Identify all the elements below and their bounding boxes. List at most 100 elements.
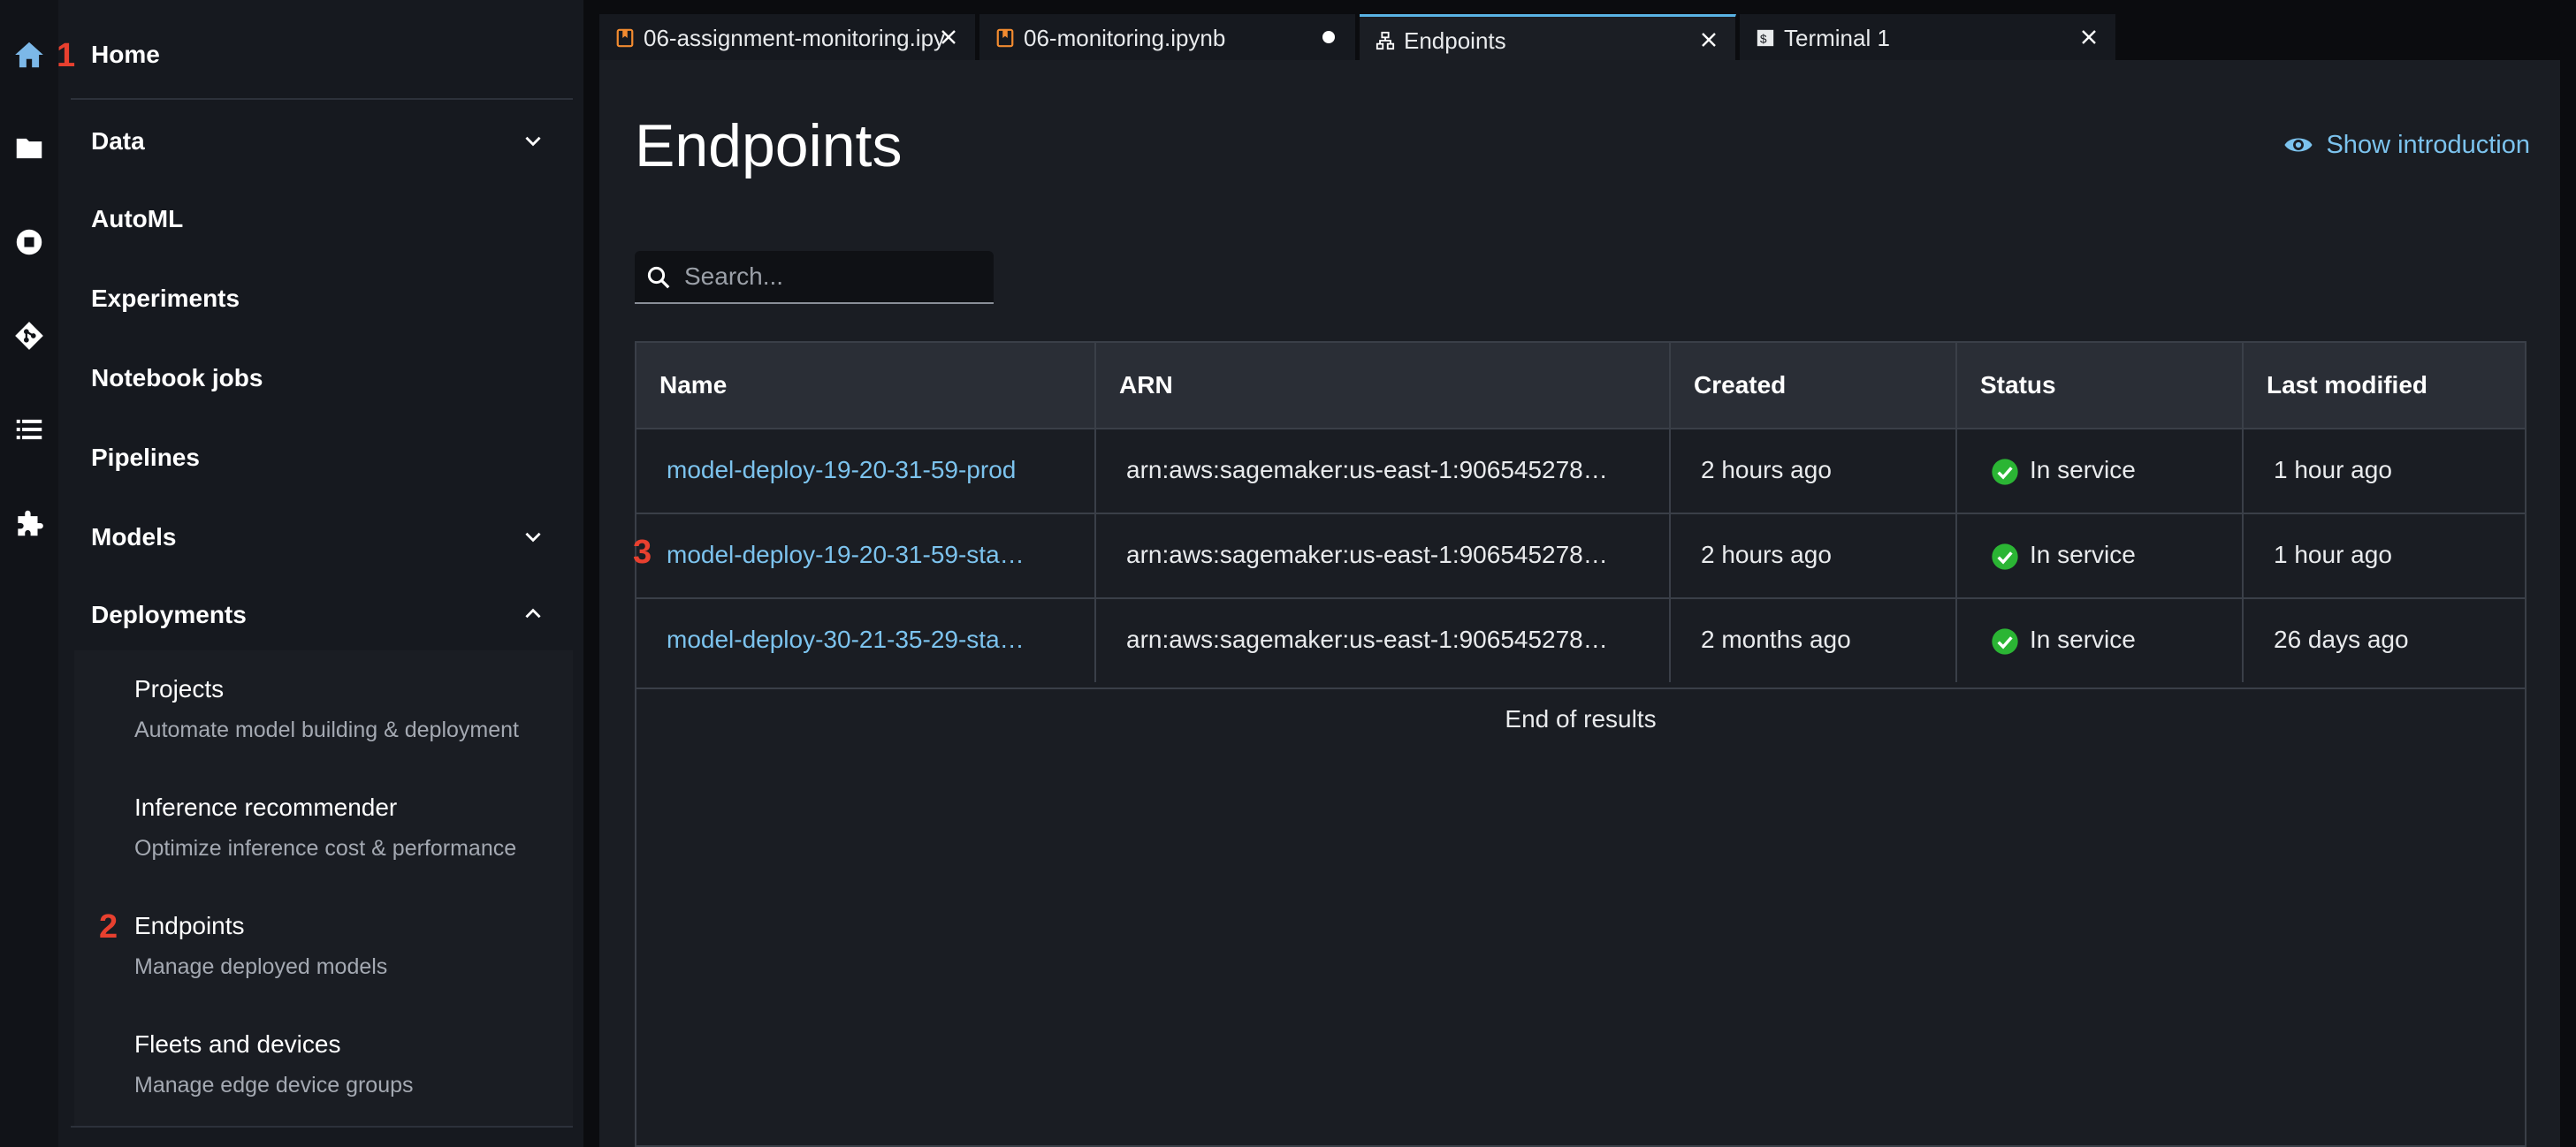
sidebar-item-label: Deployments bbox=[91, 601, 247, 628]
table-header: Name ARN Created Status Last modified bbox=[636, 343, 2525, 428]
column-header-last-modified[interactable]: Last modified bbox=[2244, 343, 2525, 428]
subitem-title: Projects bbox=[134, 675, 225, 703]
check-circle-icon bbox=[1992, 459, 2018, 485]
created-value: 2 hours ago bbox=[1701, 541, 1832, 568]
endpoint-link[interactable]: model-deploy-30-21-35-29-sta… bbox=[667, 626, 1025, 654]
divider bbox=[71, 98, 573, 100]
check-circle-icon bbox=[1992, 543, 2018, 570]
created-value: 2 months ago bbox=[1701, 626, 1851, 653]
subitem-title: Inference recommender bbox=[134, 794, 398, 821]
table-row[interactable]: model-deploy-19-20-31-59-prod arn:aws:sa… bbox=[636, 428, 2525, 513]
subitem-title: Fleets and devices bbox=[134, 1030, 341, 1058]
sidebar-item-deployments[interactable]: Deployments bbox=[58, 581, 583, 645]
running-icon[interactable] bbox=[0, 210, 58, 274]
sidebar-item-data[interactable]: Data bbox=[58, 108, 583, 171]
arn-value: arn:aws:sagemaker:us-east-1:906545278… bbox=[1126, 626, 1608, 653]
subitem-title: Endpoints bbox=[134, 912, 245, 939]
column-header-arn[interactable]: ARN bbox=[1096, 343, 1671, 428]
cell-name: 3 model-deploy-19-20-31-59-sta… bbox=[633, 514, 1096, 597]
status-value: In service bbox=[2030, 456, 2136, 483]
endpoints-icon bbox=[1376, 31, 1395, 50]
modified-value: 1 hour ago bbox=[2274, 541, 2392, 568]
chevron-down-icon bbox=[525, 532, 541, 543]
sidebar-subitem-fleets-and-devices[interactable]: Fleets and devices Manage edge device gr… bbox=[74, 1006, 573, 1112]
unsaved-dot-icon[interactable] bbox=[1318, 27, 1339, 48]
subitem-description: Optimize inference cost & performance bbox=[134, 836, 517, 861]
modified-value: 1 hour ago bbox=[2274, 456, 2392, 483]
sidebar-subitem-endpoints[interactable]: 2 Endpoints Manage deployed models bbox=[74, 887, 573, 993]
sidebar-resize-handle[interactable] bbox=[583, 0, 599, 1147]
sidebar-subitem-inference-recommender[interactable]: Inference recommender Optimize inference… bbox=[74, 769, 573, 875]
subitem-description: Manage deployed models bbox=[134, 954, 388, 979]
column-header-label: Name bbox=[659, 371, 728, 399]
column-header-label: Created bbox=[1694, 371, 1787, 399]
cell-arn: arn:aws:sagemaker:us-east-1:906545278… bbox=[1096, 599, 1671, 682]
column-header-name[interactable]: Name bbox=[636, 343, 1096, 428]
endpoint-link[interactable]: model-deploy-19-20-31-59-sta… bbox=[667, 541, 1025, 569]
subitem-description: Automate model building & deployment bbox=[134, 718, 519, 742]
close-icon[interactable] bbox=[938, 27, 959, 48]
tab-monitoring-notebook[interactable]: 06-monitoring.ipynb bbox=[979, 14, 1356, 60]
tab-label: 06-assignment-monitoring.ipy bbox=[644, 25, 946, 51]
column-header-created[interactable]: Created bbox=[1671, 343, 1957, 428]
annotation-number: 2 bbox=[99, 908, 118, 946]
column-header-label: Status bbox=[1980, 371, 2056, 399]
divider bbox=[71, 1126, 573, 1128]
sidebar-item-notebook-jobs[interactable]: Notebook jobs bbox=[58, 345, 583, 408]
cell-last-modified: 1 hour ago bbox=[2244, 514, 2525, 597]
page-title: Endpoints bbox=[635, 112, 903, 179]
git-icon[interactable] bbox=[0, 304, 58, 368]
sidebar-item-label: Home bbox=[91, 41, 160, 68]
search-input[interactable] bbox=[684, 251, 985, 302]
svg-text:$: $ bbox=[1760, 34, 1767, 48]
sidebar-subitem-projects[interactable]: Projects Automate model building & deplo… bbox=[74, 650, 573, 756]
main-area: 06-assignment-monitoring.ipy 06-monitori… bbox=[599, 0, 2576, 1147]
endpoint-link[interactable]: model-deploy-19-20-31-59-prod bbox=[667, 456, 1016, 484]
tab-bar: 06-assignment-monitoring.ipy 06-monitori… bbox=[599, 14, 2576, 60]
cell-created: 2 hours ago bbox=[1671, 514, 1957, 597]
sidebar-item-label: Models bbox=[91, 523, 177, 551]
folder-icon[interactable] bbox=[0, 117, 58, 180]
tab-terminal[interactable]: $ Terminal 1 bbox=[1740, 14, 2116, 60]
table-row[interactable]: 3 model-deploy-19-20-31-59-sta… arn:aws:… bbox=[633, 513, 2525, 597]
cell-last-modified: 1 hour ago bbox=[2244, 429, 2525, 513]
tab-label: 06-monitoring.ipynb bbox=[1024, 25, 1226, 51]
tab-label: Endpoints bbox=[1404, 27, 1506, 54]
cell-status: In service bbox=[1957, 429, 2244, 513]
chevron-down-icon bbox=[525, 136, 541, 147]
close-icon[interactable] bbox=[2078, 27, 2100, 48]
cell-status: In service bbox=[1957, 599, 2244, 682]
tab-label: Terminal 1 bbox=[1784, 25, 1890, 51]
sidebar-item-home[interactable]: Home bbox=[58, 25, 583, 88]
column-header-status[interactable]: Status bbox=[1957, 343, 2244, 428]
deployments-submenu: Projects Automate model building & deplo… bbox=[74, 650, 573, 1128]
cell-last-modified: 26 days ago bbox=[2244, 599, 2525, 682]
home-icon[interactable] bbox=[0, 23, 58, 87]
column-header-label: ARN bbox=[1119, 371, 1173, 399]
arn-value: arn:aws:sagemaker:us-east-1:906545278… bbox=[1126, 456, 1608, 483]
status-value: In service bbox=[2030, 541, 2136, 568]
sidebar-item-label: AutoML bbox=[91, 205, 184, 232]
notebook-icon bbox=[996, 28, 1014, 48]
sidebar-item-automl[interactable]: AutoML bbox=[58, 186, 583, 249]
extension-icon[interactable] bbox=[0, 491, 58, 555]
list-icon[interactable] bbox=[0, 398, 58, 461]
tab-endpoints[interactable]: Endpoints bbox=[1360, 14, 1736, 60]
close-icon[interactable] bbox=[1698, 29, 1719, 50]
sidebar-item-experiments[interactable]: Experiments bbox=[58, 265, 583, 329]
search-icon bbox=[647, 266, 670, 289]
cell-name: model-deploy-19-20-31-59-prod bbox=[636, 429, 1096, 513]
check-circle-icon bbox=[1992, 628, 2018, 655]
modified-value: 26 days ago bbox=[2274, 626, 2409, 653]
sidebar-item-label: Notebook jobs bbox=[91, 364, 263, 391]
notebook-icon bbox=[616, 28, 634, 48]
search-box bbox=[635, 251, 994, 304]
show-introduction-button[interactable]: Show introduction bbox=[2283, 127, 2530, 163]
tab-assignment-notebook[interactable]: 06-assignment-monitoring.ipy bbox=[599, 14, 976, 60]
end-of-results: End of results bbox=[636, 687, 2525, 767]
eye-icon bbox=[2284, 138, 2313, 152]
sidebar-item-models[interactable]: Models bbox=[58, 504, 583, 567]
table-row[interactable]: model-deploy-30-21-35-29-sta… arn:aws:sa… bbox=[636, 597, 2525, 682]
sidebar-item-pipelines[interactable]: Pipelines bbox=[58, 424, 583, 488]
created-value: 2 hours ago bbox=[1701, 456, 1832, 483]
